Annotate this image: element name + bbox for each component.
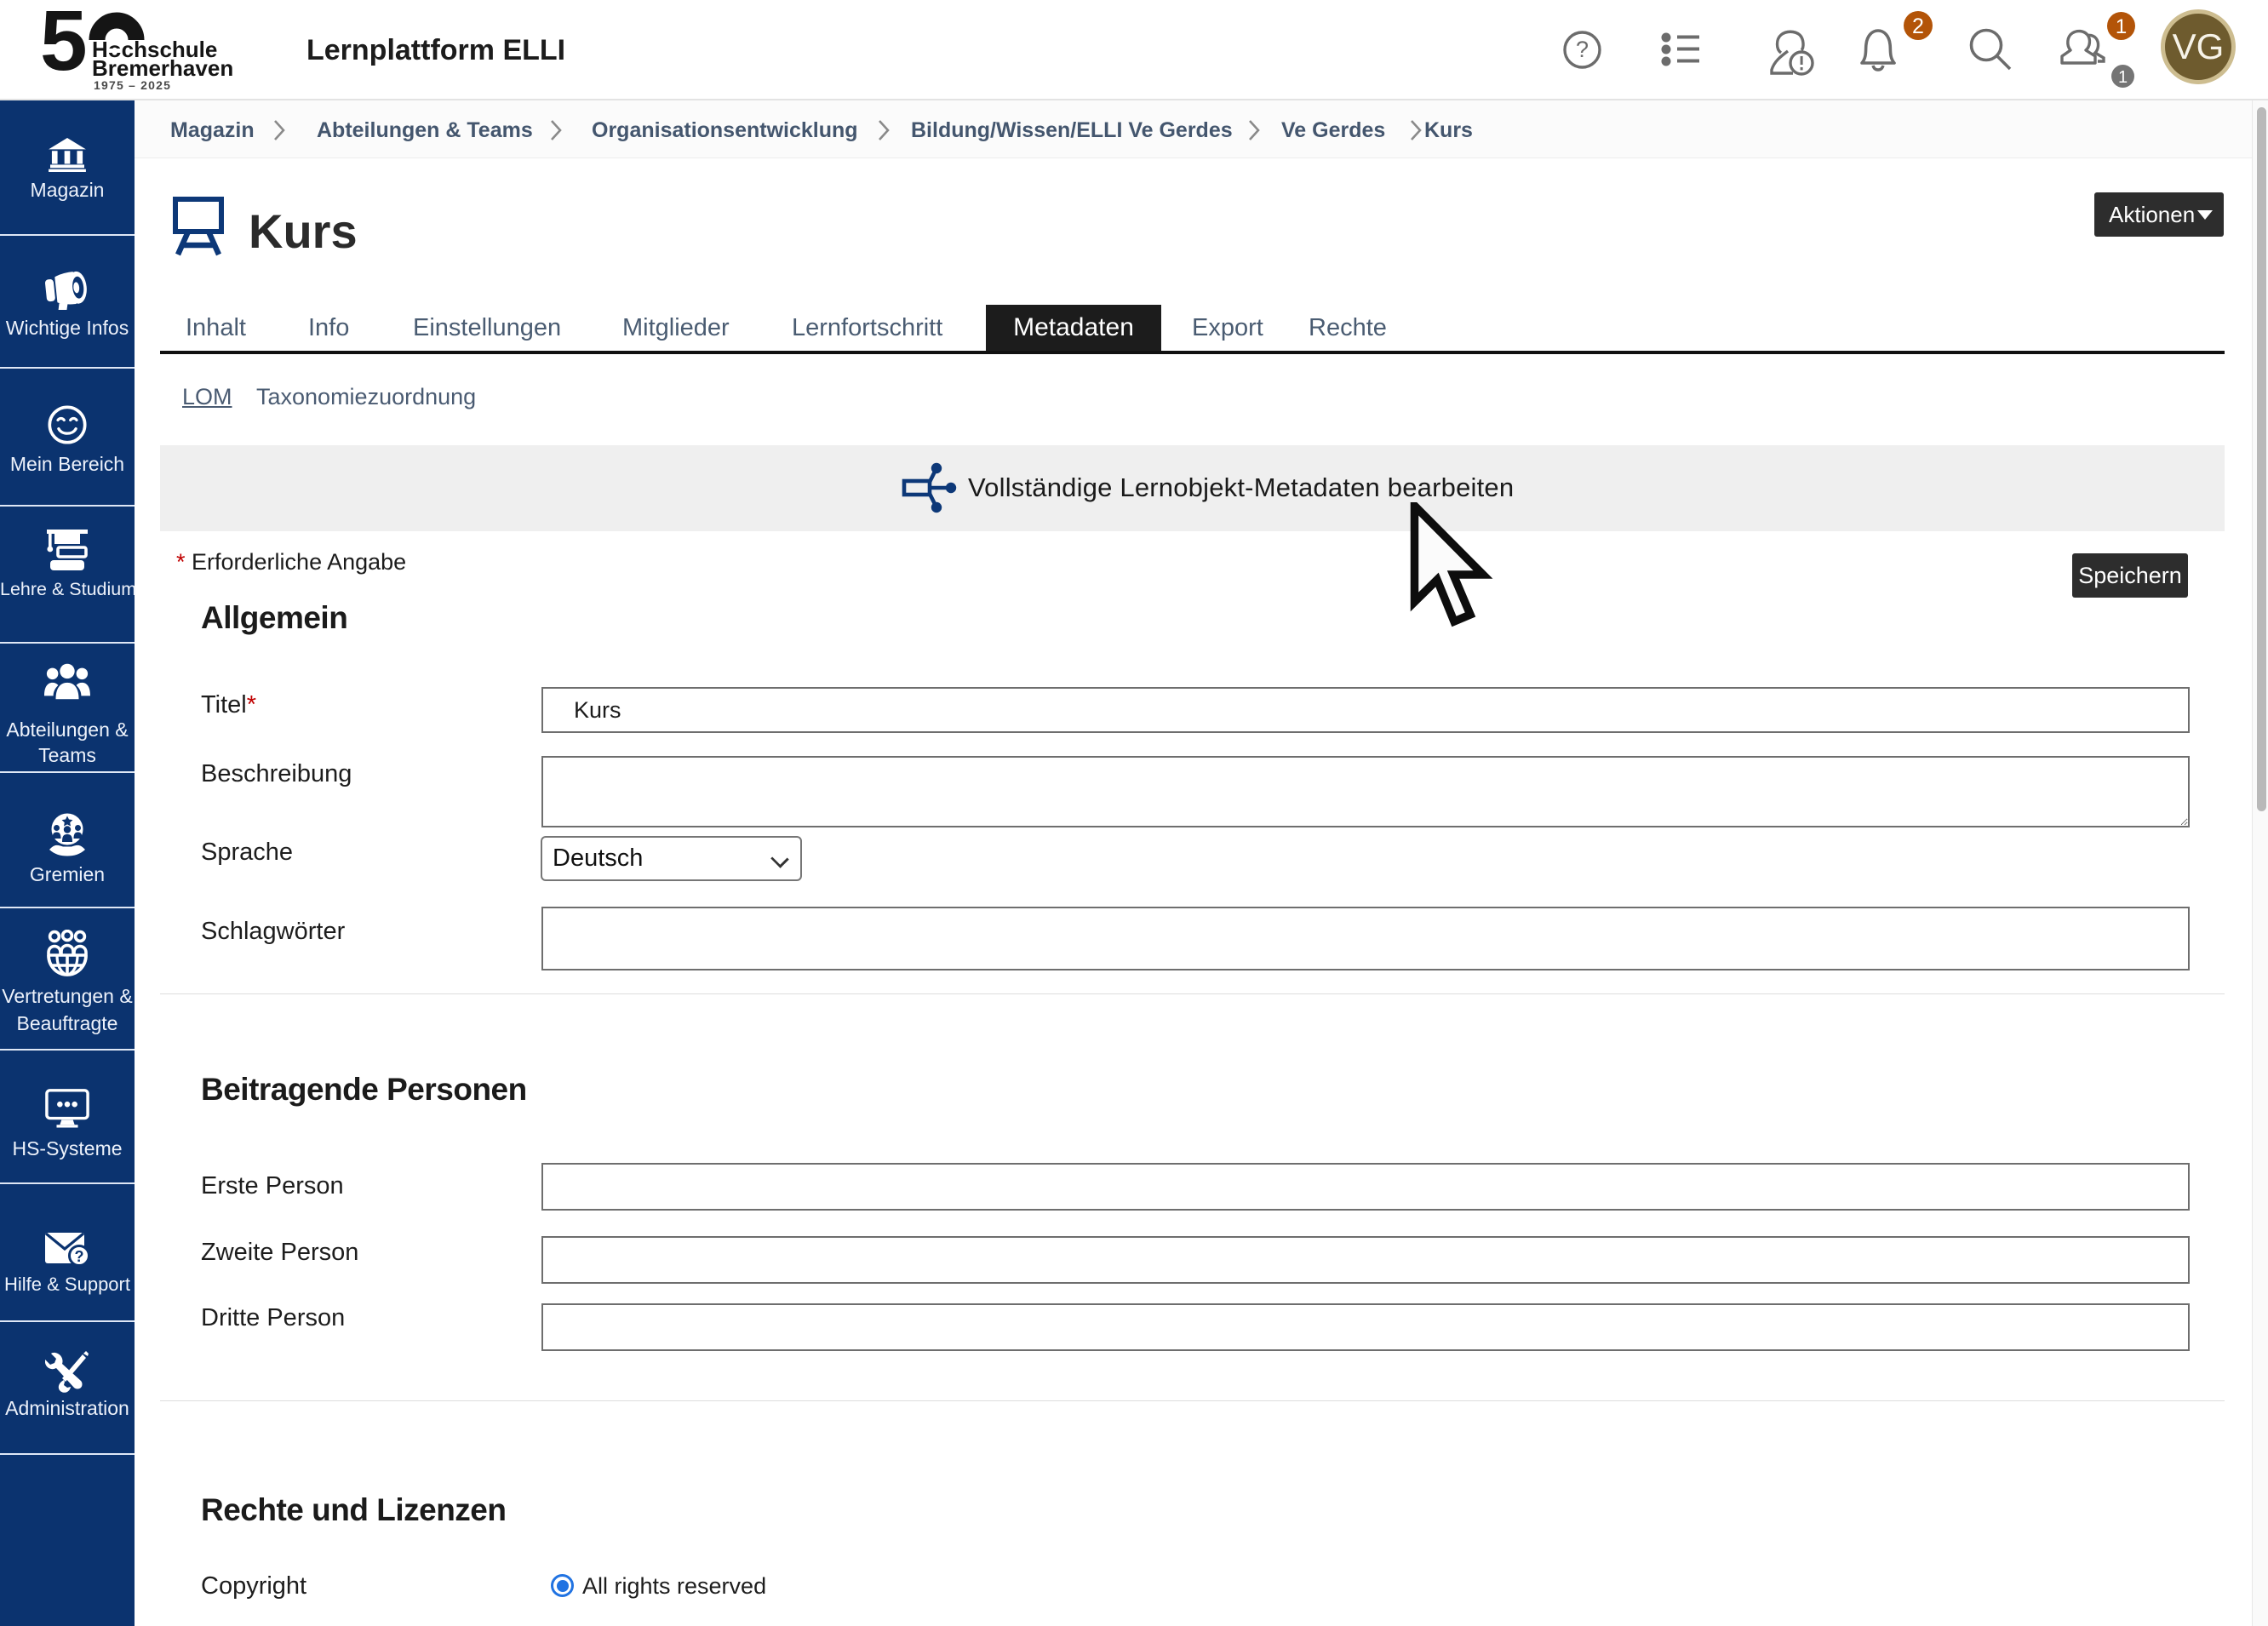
svg-text:?: ? [1576,37,1589,62]
svg-text:?: ? [75,1248,84,1265]
svg-text:1: 1 [2118,68,2128,87]
svg-text:2: 2 [1912,14,1924,38]
svg-text:1: 1 [2116,15,2127,38]
